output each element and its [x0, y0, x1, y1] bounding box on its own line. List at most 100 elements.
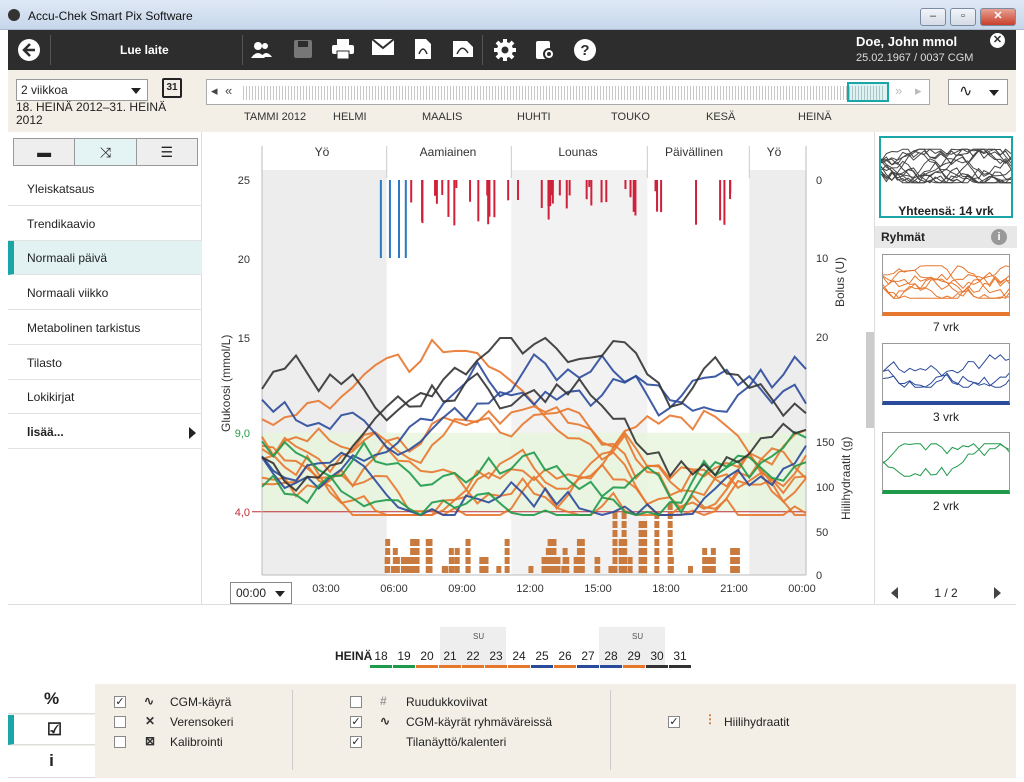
- day-item[interactable]: 21: [439, 649, 461, 668]
- y-tick-label: 4,0: [235, 507, 250, 519]
- timeline-selection-handle[interactable]: [847, 82, 889, 102]
- calendar-icon[interactable]: 31: [162, 78, 182, 98]
- day-item[interactable]: 23: [485, 649, 507, 668]
- nav-item[interactable]: Lokikirjat: [8, 380, 202, 415]
- cgm-curve-checkbox[interactable]: ✓: [114, 696, 126, 708]
- day-number: 28: [604, 649, 618, 663]
- minimize-button[interactable]: –: [920, 8, 946, 26]
- carbs-bar: [595, 566, 601, 573]
- options-divider: [610, 690, 611, 770]
- nav-item[interactable]: Trendikaavio: [8, 207, 202, 241]
- x-tick-label: 18:00: [652, 583, 680, 595]
- scroll-end-icon[interactable]: »: [895, 83, 902, 98]
- print-icon[interactable]: [330, 38, 356, 62]
- back-icon[interactable]: [16, 38, 42, 62]
- timeline-track[interactable]: [243, 86, 885, 100]
- side-panel-handle[interactable]: [866, 332, 874, 428]
- day-item[interactable]: 19: [393, 649, 415, 668]
- nav-more[interactable]: lisää...: [8, 415, 202, 449]
- carbs-bar: [405, 557, 411, 564]
- close-patient-icon[interactable]: ✕: [990, 33, 1005, 48]
- scroll-right-icon[interactable]: ▸: [915, 83, 922, 99]
- calibration-icon: ⊠: [145, 734, 156, 748]
- day-number: 30: [650, 649, 664, 663]
- day-number: 26: [558, 649, 572, 663]
- carbs-bar: [528, 566, 534, 573]
- day-item[interactable]: 22: [462, 649, 484, 668]
- grid-lines-checkbox[interactable]: [350, 696, 362, 708]
- nav-item[interactable]: Tilasto: [8, 346, 202, 380]
- carbs-bar: [551, 539, 557, 546]
- period-select[interactable]: 2 viikkoa: [16, 79, 148, 101]
- pdf-icon[interactable]: [450, 38, 476, 62]
- meal-label: Aamiainen: [420, 145, 477, 159]
- read-device-button[interactable]: Lue laite: [120, 43, 169, 57]
- save-icon[interactable]: [290, 38, 316, 62]
- day-item[interactable]: 28: [600, 649, 622, 668]
- info-icon[interactable]: i: [991, 229, 1007, 245]
- toolbar-separator: [50, 35, 51, 65]
- carbs-bar: [410, 548, 416, 555]
- day-item[interactable]: 25: [531, 649, 553, 668]
- email-icon[interactable]: [370, 38, 396, 62]
- scroll-left-icon[interactable]: ◂: [211, 83, 218, 99]
- nav-item-label: Yleiskatsaus: [27, 182, 95, 196]
- previous-page-icon[interactable]: [891, 587, 898, 599]
- carbs-bar: [425, 548, 431, 555]
- scroll-start-icon[interactable]: «: [225, 83, 232, 98]
- day-item[interactable]: 27: [577, 649, 599, 668]
- help-icon[interactable]: ?: [572, 38, 598, 62]
- carbs-bar: [730, 548, 736, 555]
- carbs-bar: [441, 566, 447, 573]
- day-item[interactable]: 31: [669, 649, 691, 668]
- carbs-bar: [734, 548, 740, 555]
- day-item[interactable]: 24: [508, 649, 530, 668]
- y-tick-label: 25: [238, 175, 250, 187]
- day-item[interactable]: 30: [646, 649, 668, 668]
- timeline-month: KESÄ: [706, 111, 736, 123]
- nav-item[interactable]: Yleiskatsaus: [8, 172, 202, 206]
- view-mode-trend[interactable]: ⤨: [75, 139, 137, 165]
- view-mode-table[interactable]: ☰: [136, 139, 197, 165]
- close-window-button[interactable]: ✕: [980, 8, 1016, 26]
- day-number: 20: [420, 649, 434, 663]
- carbs-bar: [618, 539, 624, 546]
- patients-icon[interactable]: [248, 38, 274, 62]
- calibration-checkbox[interactable]: [114, 736, 126, 748]
- day-item[interactable]: 18: [370, 649, 392, 668]
- bolus-bar: [487, 180, 490, 225]
- group-thumbnail-3[interactable]: [882, 432, 1010, 494]
- tab-info[interactable]: i: [8, 746, 95, 778]
- group-thumbnail-1[interactable]: [882, 254, 1010, 316]
- device-settings-icon[interactable]: [532, 38, 558, 62]
- display-options-panel: % ☑ i ✓ ∿ CGM-käyrä ✕ Verensokeri ⊠ Kali…: [8, 684, 1016, 778]
- timeline-scroller[interactable]: ◂ « » ▸: [206, 79, 930, 105]
- carbs-bar: [642, 521, 648, 528]
- carbs-bar: [562, 548, 568, 555]
- settings-gear-icon[interactable]: [492, 38, 518, 62]
- day-item[interactable]: 26: [554, 649, 576, 668]
- thumbnail-chart: [883, 443, 1009, 477]
- day-number: 27: [581, 649, 595, 663]
- carbs-checkbox[interactable]: ✓: [668, 716, 680, 728]
- time-select[interactable]: 00:00: [230, 582, 292, 604]
- maximize-button[interactable]: ▫: [950, 8, 976, 26]
- status-calendar-checkbox[interactable]: ✓: [350, 736, 362, 748]
- carbs-bar: [425, 557, 431, 564]
- nav-item[interactable]: Normaali viikko: [8, 276, 202, 311]
- cgm-group-colors-checkbox[interactable]: ✓: [350, 716, 362, 728]
- carbs-bar: [654, 530, 660, 537]
- export-document-icon[interactable]: [410, 38, 436, 62]
- next-page-icon[interactable]: [994, 587, 1001, 599]
- nav-item[interactable]: Normaali päivä: [8, 241, 202, 276]
- blood-glucose-checkbox[interactable]: [114, 716, 126, 728]
- nav-item[interactable]: Metabolinen tarkistus: [8, 311, 202, 345]
- tab-percentages[interactable]: %: [8, 684, 95, 714]
- group-thumbnail-2[interactable]: [882, 343, 1010, 405]
- carbs-bar: [541, 566, 547, 573]
- curve-type-select[interactable]: ∿: [948, 79, 1008, 105]
- view-mode-graph[interactable]: ▬: [14, 139, 76, 165]
- day-item[interactable]: 20: [416, 649, 438, 668]
- tab-display-options[interactable]: ☑: [8, 715, 95, 745]
- day-item[interactable]: 29: [623, 649, 645, 668]
